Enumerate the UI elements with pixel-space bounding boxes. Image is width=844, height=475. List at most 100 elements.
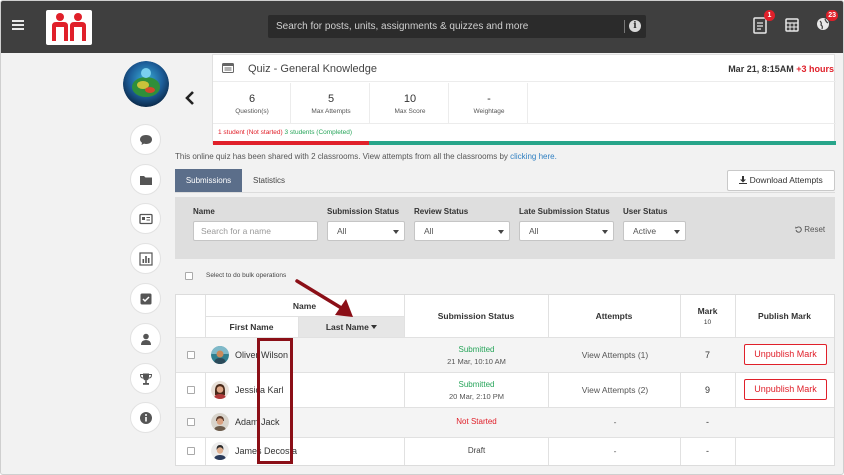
submission-status: Submitted 21 Mar, 10:10 AM [405, 345, 548, 366]
download-attempts-button[interactable]: Download Attempts [727, 170, 835, 191]
sidebar-reports-button[interactable] [130, 243, 161, 274]
status-text: Submitted [458, 345, 495, 354]
divider [213, 123, 836, 124]
download-icon [739, 176, 748, 184]
stat-label: Weightage [473, 108, 505, 115]
submission-status: Not Started [405, 417, 548, 426]
sidebar-tasks-button[interactable] [130, 283, 161, 314]
submission-date: 20 Mar, 2:10 PM [448, 392, 505, 401]
info-icon[interactable]: i [629, 20, 641, 32]
notes-icon[interactable]: 1 [753, 10, 775, 35]
view-attempts-link[interactable]: View Attempts (2) [549, 385, 681, 395]
classroom-avatar[interactable] [123, 61, 169, 107]
sidebar-posts-button[interactable] [130, 124, 161, 155]
stat-max-attempts: 5 Max Attempts [292, 83, 370, 123]
name-filter-label: Name [193, 207, 215, 216]
shared-notice-text: This online quiz has been shared with 2 … [175, 152, 511, 161]
quiz-date-text: Mar 21, 8:15AM [728, 64, 794, 74]
tab-statistics[interactable]: Statistics [243, 169, 295, 192]
sidebar-trophy-button[interactable] [130, 363, 161, 394]
unpublish-mark-button[interactable]: Unpublish Mark [744, 344, 827, 365]
clicking-here-link[interactable]: clicking here. [510, 152, 557, 161]
stat-value: - [487, 93, 491, 105]
review-status-select[interactable]: All [414, 221, 510, 241]
attempts-header: Attempts [595, 311, 633, 321]
quiz-date-extra: +3 hours [796, 64, 834, 74]
chevron-down-icon [393, 230, 399, 234]
tab-submissions[interactable]: Submissions [175, 169, 242, 192]
avatar [211, 413, 229, 431]
submission-status-select[interactable]: All [327, 221, 405, 241]
notes-badge: 1 [764, 10, 775, 21]
bulk-select-checkbox[interactable] [185, 272, 193, 280]
search-input[interactable] [268, 15, 623, 38]
status-text: Submitted [458, 380, 495, 389]
completed-count: 3 students (Completed) [284, 129, 353, 136]
stat-label: Max Score [394, 108, 426, 115]
chevron-down-icon [498, 230, 504, 234]
completion-summary: 1 student (Not started) 3 students (Comp… [218, 129, 352, 136]
stat-questions: 6 Question(s) [213, 83, 291, 123]
back-chevron-icon[interactable] [184, 91, 196, 105]
quiz-due-date: Mar 21, 8:15AM +3 hours [728, 64, 834, 74]
filters-panel: Name Submission Status All Review Status… [175, 197, 835, 259]
stat-weightage: - Weightage [450, 83, 528, 123]
row-checkbox[interactable] [187, 418, 195, 426]
stat-value: 6 [248, 93, 256, 105]
review-status-label: Review Status [414, 207, 469, 216]
name-search-input[interactable] [193, 221, 318, 241]
chevron-down-icon [674, 230, 680, 234]
row-checkbox[interactable] [187, 447, 195, 455]
reset-icon [795, 226, 802, 233]
select-value: Active [633, 226, 657, 236]
shared-notice: This online quiz has been shared with 2 … [175, 152, 557, 161]
download-attempts-label: Download Attempts [749, 175, 823, 185]
mark-value: - [706, 417, 709, 427]
stat-value: 10 [403, 93, 417, 105]
mark-max: 10 [703, 319, 712, 326]
submission-status: Draft [405, 446, 548, 455]
sidebar-members-button[interactable] [130, 323, 161, 354]
tab-underline [175, 192, 835, 193]
select-value: All [424, 226, 434, 236]
notifications-badge: 23 [826, 10, 838, 21]
globe-notifications-icon[interactable]: 23 [816, 10, 838, 35]
app-logo[interactable] [46, 10, 92, 45]
user-status-select[interactable]: Active [623, 221, 686, 241]
completion-progress-bar [213, 141, 836, 145]
mark-value: - [706, 446, 709, 456]
menu-icon[interactable] [12, 20, 24, 30]
unpublish-mark-button[interactable]: Unpublish Mark [744, 379, 827, 400]
first-name-header[interactable]: First Name [205, 322, 298, 332]
progress-completed [369, 141, 836, 145]
search-divider [624, 20, 625, 33]
submission-status-header: Submission Status [437, 311, 515, 321]
app-window: i 1 23 [0, 0, 844, 475]
sidebar-info-button[interactable] [130, 402, 161, 433]
calendar-icon[interactable] [785, 17, 801, 35]
mark-header-label: Mark [697, 306, 718, 316]
quiz-summary-card: Quiz - General Knowledge Mar 21, 8:15AM … [212, 54, 836, 145]
submission-status: Submitted 20 Mar, 2:10 PM [405, 380, 548, 401]
quiz-title-row: Quiz - General Knowledge Mar 21, 8:15AM … [213, 55, 836, 82]
view-attempts-link[interactable]: View Attempts (1) [549, 350, 681, 360]
attempts-value: - [613, 417, 617, 427]
status-text: Draft [467, 446, 486, 455]
stat-max-score: 10 Max Score [371, 83, 449, 123]
sidebar-folder-button[interactable] [130, 164, 161, 195]
sidebar-gradebook-button[interactable] [130, 203, 161, 234]
reset-filters-button[interactable]: Reset [795, 225, 825, 234]
stat-label: Max Attempts [311, 108, 351, 115]
not-started-count: 1 student (Not started) [218, 129, 283, 136]
row-checkbox[interactable] [187, 351, 195, 359]
submission-date: 21 Mar, 10:10 AM [447, 357, 506, 366]
quiz-icon [222, 63, 234, 73]
stat-value: 5 [327, 93, 335, 105]
avatar [211, 346, 229, 364]
row-checkbox[interactable] [187, 386, 195, 394]
bulk-select-label: Select to do bulk operations [206, 272, 287, 279]
sort-caret-icon [371, 325, 378, 329]
attempts-value: - [613, 446, 617, 456]
user-status-label: User Status [623, 207, 668, 216]
late-submission-select[interactable]: All [519, 221, 614, 241]
